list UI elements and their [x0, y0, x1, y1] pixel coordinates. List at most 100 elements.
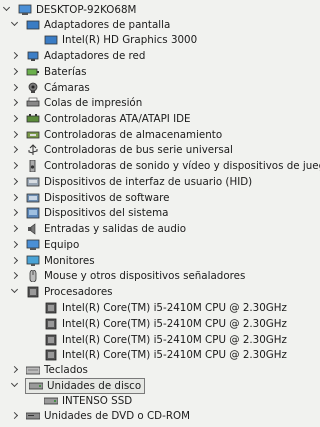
printer-icon [26, 97, 40, 109]
chevron-right-icon[interactable] [10, 142, 20, 158]
battery-icon [26, 66, 40, 78]
category-label: Unidades de DVD o CD-ROM [44, 410, 190, 422]
chevron-right-icon[interactable] [10, 268, 20, 284]
chevron-right-icon[interactable] [10, 95, 20, 111]
category-label: Dispositivos de software [44, 192, 170, 204]
category-monitors[interactable]: Monitores [10, 253, 95, 269]
category-audio-io[interactable]: Entradas y salidas de audio [10, 221, 186, 237]
chevron-right-icon[interactable] [10, 127, 20, 143]
chevron-right-icon[interactable] [10, 362, 20, 378]
disk-drive-icon [29, 380, 43, 392]
hid-icon [26, 176, 40, 188]
selected-item[interactable]: Unidades de disco [24, 378, 146, 394]
category-label: Monitores [44, 255, 95, 267]
device-label: Intel(R) Core(TM) i5-2410M CPU @ 2.30GHz [62, 349, 287, 361]
display-adapter-icon [26, 19, 40, 31]
root-label: DESKTOP-92KO68M [36, 4, 137, 16]
processor-icon [44, 302, 58, 314]
category-label: Entradas y salidas de audio [44, 223, 187, 235]
category-label: Dispositivos de interfaz de usuario (HID… [44, 176, 253, 188]
category-batteries[interactable]: Baterías [10, 64, 87, 80]
software-device-icon [26, 192, 40, 204]
category-label: Cámaras [44, 82, 90, 94]
category-sound-video[interactable]: Controladoras de sonido y vídeo y dispos… [10, 158, 320, 174]
device-label: INTENSO SSD [62, 395, 133, 407]
category-label: Procesadores [44, 286, 113, 298]
category-cameras[interactable]: Cámaras [10, 80, 90, 96]
category-computer[interactable]: Equipo [10, 237, 79, 253]
category-processors[interactable]: Procesadores [10, 284, 113, 300]
chevron-down-icon[interactable] [10, 378, 20, 394]
storage-controller-icon [26, 129, 40, 141]
category-display-adapters[interactable]: Adaptadores de pantalla [10, 17, 170, 33]
device-label: Intel(R) Core(TM) i5-2410M CPU @ 2.30GHz [62, 318, 287, 330]
disk-drive-icon [44, 395, 58, 407]
disk-item[interactable]: INTENSO SSD [44, 393, 132, 409]
tree-root[interactable]: DESKTOP-92KO68M [2, 2, 136, 18]
chevron-down-icon[interactable] [10, 284, 20, 300]
chevron-down-icon[interactable] [10, 17, 20, 33]
category-label: Controladoras ATA/ATAPI IDE [44, 113, 191, 125]
chevron-right-icon[interactable] [10, 64, 20, 80]
category-label: Controladoras de almacenamiento [44, 129, 223, 141]
usb-icon [26, 144, 40, 156]
category-network-adapters[interactable]: Adaptadores de red [10, 48, 145, 64]
category-label: Adaptadores de pantalla [44, 19, 171, 31]
processor-item[interactable]: Intel(R) Core(TM) i5-2410M CPU @ 2.30GHz [44, 300, 287, 316]
mouse-icon [26, 270, 40, 282]
category-label: Controladoras de sonido y vídeo y dispos… [44, 160, 320, 172]
system-device-icon [26, 207, 40, 219]
device-label: Intel(R) Core(TM) i5-2410M CPU @ 2.30GHz [62, 334, 287, 346]
device-label: Intel(R) HD Graphics 3000 [62, 34, 198, 46]
category-label: Baterías [44, 66, 87, 78]
category-hid[interactable]: Dispositivos de interfaz de usuario (HID… [10, 174, 252, 190]
chevron-right-icon[interactable] [10, 205, 20, 221]
category-print-queues[interactable]: Colas de impresión [10, 95, 142, 111]
chevron-right-icon[interactable] [10, 80, 20, 96]
category-label: Equipo [44, 239, 80, 251]
chevron-right-icon[interactable] [10, 237, 20, 253]
category-label: Adaptadores de red [44, 50, 146, 62]
category-system-devices[interactable]: Dispositivos del sistema [10, 205, 168, 221]
chevron-right-icon[interactable] [10, 48, 20, 64]
category-mice[interactable]: Mouse y otros dispositivos señaladores [10, 268, 245, 284]
category-software-devices[interactable]: Dispositivos de software [10, 190, 170, 206]
processor-icon [44, 334, 58, 346]
category-storage-controllers[interactable]: Controladoras de almacenamiento [10, 127, 222, 143]
camera-icon [26, 82, 40, 94]
category-label: Controladoras de bus serie universal [44, 144, 233, 156]
chevron-right-icon[interactable] [10, 408, 20, 424]
chevron-right-icon[interactable] [10, 158, 20, 174]
category-ata-controllers[interactable]: Controladoras ATA/ATAPI IDE [10, 111, 191, 127]
chevron-right-icon[interactable] [10, 111, 20, 127]
category-label: Dispositivos del sistema [44, 207, 169, 219]
processor-icon [26, 286, 40, 298]
chevron-down-icon[interactable] [2, 2, 12, 18]
computer-icon [26, 239, 40, 251]
speaker-icon [26, 160, 40, 172]
chevron-right-icon[interactable] [10, 253, 20, 269]
category-label: Colas de impresión [44, 97, 143, 109]
category-keyboards[interactable]: Teclados [10, 362, 88, 378]
processor-icon [44, 349, 58, 361]
computer-icon [18, 4, 32, 16]
keyboard-icon [26, 364, 40, 376]
chevron-right-icon[interactable] [10, 190, 20, 206]
category-dvd[interactable]: Unidades de DVD o CD-ROM [10, 408, 190, 424]
category-label: Mouse y otros dispositivos señaladores [44, 270, 246, 282]
chevron-right-icon[interactable] [10, 174, 20, 190]
processor-item[interactable]: Intel(R) Core(TM) i5-2410M CPU @ 2.30GHz [44, 332, 287, 348]
processor-icon [44, 318, 58, 330]
device-label: Intel(R) Core(TM) i5-2410M CPU @ 2.30GHz [62, 302, 287, 314]
ide-controller-icon [26, 113, 40, 125]
category-label: Teclados [44, 364, 88, 376]
chevron-right-icon[interactable] [10, 221, 20, 237]
processor-item[interactable]: Intel(R) Core(TM) i5-2410M CPU @ 2.30GHz [44, 347, 287, 363]
category-label: Unidades de disco [47, 380, 142, 392]
category-disk-drives[interactable]: Unidades de disco [10, 378, 146, 394]
category-usb-controllers[interactable]: Controladoras de bus serie universal [10, 142, 233, 158]
device-item[interactable]: Intel(R) HD Graphics 3000 [44, 32, 197, 48]
processor-item[interactable]: Intel(R) Core(TM) i5-2410M CPU @ 2.30GHz [44, 316, 287, 332]
monitor-icon [26, 255, 40, 267]
display-adapter-icon [44, 34, 58, 46]
